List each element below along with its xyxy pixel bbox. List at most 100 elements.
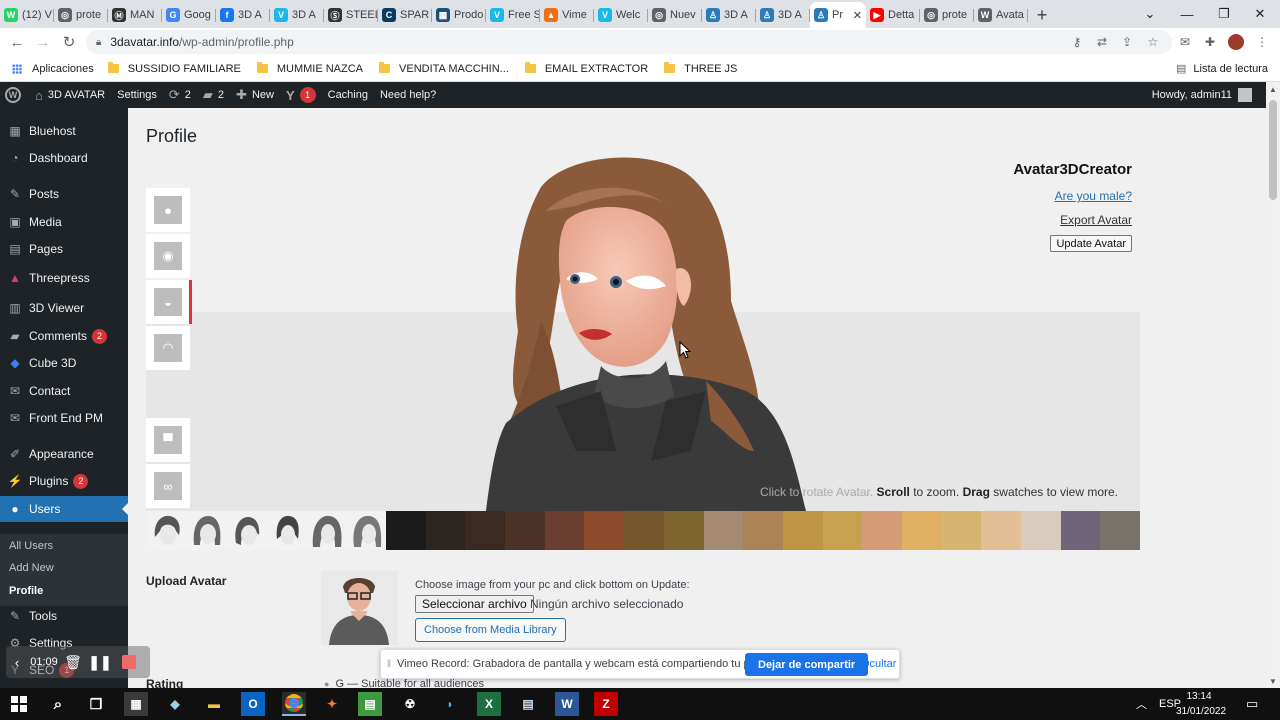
word-icon[interactable]: W [555,692,579,716]
reload-icon[interactable]: ↻ [56,29,82,55]
skin-color-swatch[interactable] [1060,511,1101,550]
browser-tab[interactable]: ▲ Vime [540,2,594,28]
scroll-up-icon[interactable]: ▲ [1266,82,1280,96]
adminbar-new[interactable]: ✚ New [230,82,280,108]
adminbar-comments[interactable]: ▰ 2 [197,82,230,108]
media-library-button[interactable]: Choose from Media Library [415,618,566,642]
drag-handle-icon[interactable]: ‖ [381,659,397,670]
tool-eyes[interactable]: ◉ [146,234,190,278]
skin-color-swatch[interactable] [743,511,783,550]
profile-avatar[interactable] [1225,31,1247,53]
adminbar-updates[interactable]: ⟳ 2 [163,82,197,108]
wordpress-logo-icon[interactable]: W [5,87,21,103]
choose-file-button[interactable]: Seleccionar archivo [415,595,534,613]
system-clock[interactable]: 13:14 31/01/2022 [1176,689,1226,719]
task-view-icon[interactable]: ❐ [84,692,108,716]
tool-hair[interactable]: ◒ [146,280,192,324]
trash-icon[interactable]: 🗑︎ [60,654,86,671]
sidebar-item-pages[interactable]: ▤ Pages [0,236,128,262]
sidebar-item-3d-viewer[interactable]: ▥ 3D Viewer [0,295,128,321]
tool-eyebrows[interactable]: ◠ [146,326,190,370]
update-avatar-button[interactable]: Update Avatar [1050,235,1132,252]
browser-tab[interactable]: ◎ prote [920,2,974,28]
submenu-all-users[interactable]: All Users [9,540,53,552]
skin-color-swatch[interactable] [941,511,982,550]
extension-mail-icon[interactable]: ✉ [1174,31,1196,53]
submenu-add-new[interactable]: Add New [9,562,54,574]
back-icon[interactable]: ← [4,29,30,55]
close-tab-icon[interactable]: ✕ [853,9,862,22]
search-icon[interactable]: ⌕ [46,692,70,716]
skin-color-swatch[interactable] [544,511,585,550]
skin-color-swatch[interactable] [386,511,426,550]
notepad-icon[interactable]: ▤ [358,692,382,716]
skin-color-swatch[interactable] [981,511,1021,550]
browser-tab[interactable]: C SPAR [378,2,432,28]
sidebar-item-comments[interactable]: ▰ Comments 2 [0,323,128,349]
browser-tab[interactable]: ◎ Nuev [648,2,702,28]
adminbar-account[interactable]: Howdy, admin11 [1152,82,1252,108]
avatar-creator[interactable]: ● ◉ ◒ ◠ ▀ ∞ Avatar3DCreator Are you male… [146,151,1140,550]
app-icon[interactable]: ◗ [438,692,462,716]
filezilla-icon[interactable]: Z [594,692,618,716]
page-scrollbar[interactable]: ▲ ▼ [1266,82,1280,688]
bookmark-folder[interactable]: VENDITA MACCHIN... [379,62,509,75]
sidebar-item-dashboard[interactable]: ◔ Dashboard [0,145,128,171]
document-icon[interactable]: ▤ [516,692,540,716]
maximize-button[interactable]: ❐ [1207,0,1241,28]
bookmark-folder[interactable]: THREE JS [664,62,737,75]
excel-icon[interactable]: X [477,692,501,716]
skin-color-swatch[interactable] [862,511,902,550]
bookmark-folder[interactable]: EMAIL EXTRACTOR [524,62,648,75]
browser-tab[interactable]: ♙ 3D A [756,2,810,28]
app-icon[interactable]: ✦ [320,692,344,716]
browser-tab[interactable]: V Free S [486,2,540,28]
key-icon[interactable]: ⚷ [1066,31,1088,53]
hairstyle-option[interactable] [186,511,226,550]
browser-tab[interactable]: f 3D A [216,2,270,28]
skin-color-swatch[interactable] [425,511,466,550]
skin-color-swatch[interactable] [505,511,545,550]
avatar-3d-model[interactable] [146,151,1140,511]
sidebar-item-plugins[interactable]: ⚡ Plugins 2 [0,468,128,494]
export-avatar-link[interactable]: Export Avatar [1060,213,1132,227]
sidebar-item-appearance[interactable]: ✐ Appearance [0,441,128,467]
file-explorer-icon[interactable]: ▬ [202,692,226,716]
skin-color-swatch[interactable] [822,511,863,550]
sidebar-item-posts[interactable]: ✎ Posts [0,181,128,207]
browser-tab[interactable]: Ⓜ MAN [108,2,162,28]
new-tab-button[interactable]: + [1028,2,1056,28]
browser-tab[interactable]: Ⓢ STEEL [324,2,378,28]
hairstyle-option[interactable] [306,511,346,550]
browser-tab[interactable]: ◎ prote [54,2,108,28]
sidebar-item-front-end-pm[interactable]: ✉ Front End PM [0,405,128,431]
pause-icon[interactable]: ❚❚ [86,654,114,671]
scroll-thumb[interactable] [1269,100,1277,200]
browser-tab[interactable]: ▦ Prodo [432,2,486,28]
calculator-icon[interactable]: ▦ [124,692,148,716]
forward-icon[interactable]: → [30,29,56,55]
extensions-puzzle-icon[interactable]: ✚ [1199,31,1221,53]
sidebar-item-threepress[interactable]: ▲ Threepress [0,265,128,291]
stop-recording-button[interactable] [114,655,144,669]
browser-tab[interactable]: ♙ 3D A [702,2,756,28]
hide-notice-link[interactable]: Ocultar [861,658,896,670]
hairstyle-option[interactable] [146,511,186,550]
browser-tab[interactable]: G Goog [162,2,216,28]
sidebar-item-bluehost[interactable]: ▦ Bluehost [0,118,128,144]
hairstyle-option[interactable] [346,511,386,550]
reading-list[interactable]: ▤ Lista de lectura [1176,62,1268,76]
scroll-down-icon[interactable]: ▼ [1266,674,1280,688]
hairstyle-option[interactable] [226,511,266,550]
skin-color-swatch[interactable] [901,511,942,550]
adminbar-help[interactable]: Need help? [374,82,442,108]
browser-tab[interactable]: W (12) V [0,2,54,28]
skin-color-swatch[interactable] [465,511,506,550]
skin-color-swatch[interactable] [1021,511,1061,550]
address-bar[interactable]: 🔒︎ 3davatar.info/wp-admin/profile.php [86,30,1172,54]
gamepad-icon[interactable]: ☢ [398,692,422,716]
app-icon[interactable]: ◆ [163,692,187,716]
browser-tab[interactable]: ▶ Detta [866,2,920,28]
skin-color-swatch[interactable] [782,511,823,550]
skin-color-swatch[interactable] [624,511,664,550]
